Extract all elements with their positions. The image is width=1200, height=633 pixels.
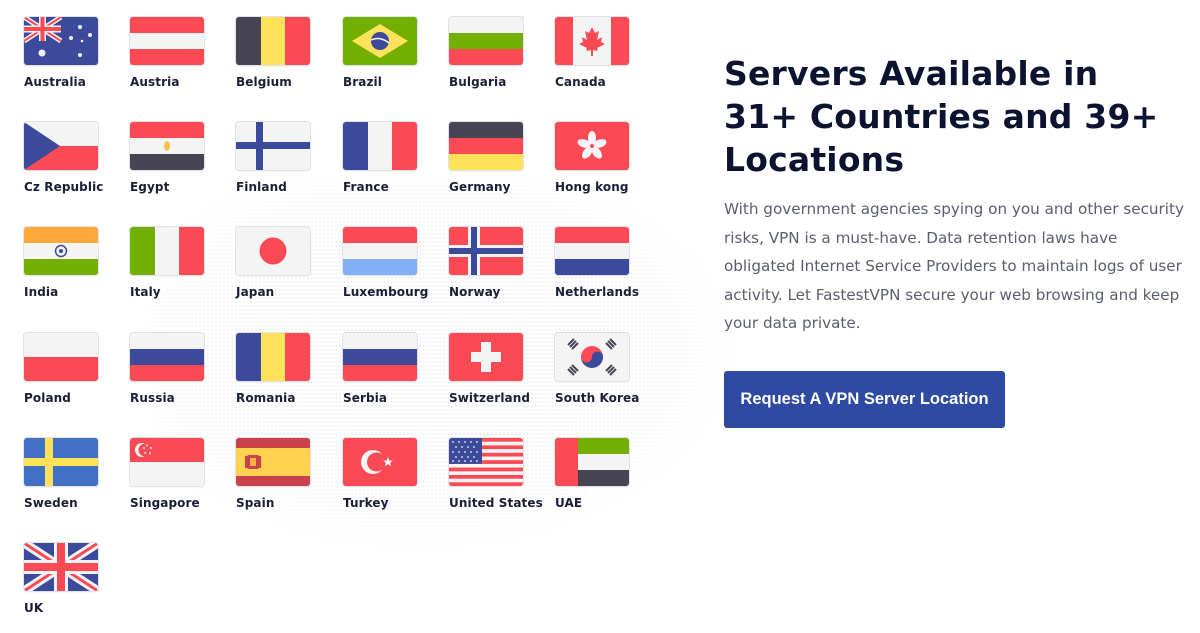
russia-flag-icon	[130, 333, 204, 381]
country-france[interactable]: France	[343, 122, 443, 212]
romania-flag-icon	[236, 333, 310, 381]
country-turkey[interactable]: Turkey	[343, 438, 443, 528]
country-switzerland[interactable]: Switzerland	[449, 333, 549, 423]
country-name: India	[24, 285, 59, 299]
country-name: Singapore	[130, 496, 200, 510]
germany-flag-icon	[449, 122, 523, 170]
country-name: UK	[24, 601, 44, 615]
finland-flag-icon	[236, 122, 310, 170]
italy-flag-icon	[130, 227, 204, 275]
country-name: Serbia	[343, 391, 388, 405]
netherlands-flag-icon	[555, 227, 629, 275]
uae-flag-icon	[555, 438, 629, 486]
czech-republic-flag-icon	[24, 122, 98, 170]
country-brazil[interactable]: Brazil	[343, 17, 443, 107]
country-norway[interactable]: Norway	[449, 227, 549, 317]
country-romania[interactable]: Romania	[236, 333, 336, 423]
country-finland[interactable]: Finland	[236, 122, 336, 212]
country-name: Italy	[130, 285, 161, 299]
description-text: With government agencies spying on you a…	[724, 200, 1184, 333]
belgium-flag-icon	[236, 17, 310, 65]
country-spain[interactable]: Spain	[236, 438, 336, 528]
country-name: Luxembourg	[343, 285, 429, 299]
country-austria[interactable]: Austria	[130, 17, 230, 107]
country-egypt[interactable]: Egypt	[130, 122, 230, 212]
switzerland-flag-icon	[449, 333, 523, 381]
country-name: Norway	[449, 285, 501, 299]
country-south-korea[interactable]: South Korea	[555, 333, 655, 423]
country-name: Australia	[24, 75, 86, 89]
country-united-states[interactable]: United States	[449, 438, 549, 528]
bulgaria-flag-icon	[449, 17, 523, 65]
egypt-flag-icon	[130, 122, 204, 170]
country-bulgaria[interactable]: Bulgaria	[449, 17, 549, 107]
hong-kong-flag-icon	[555, 122, 629, 170]
country-name: France	[343, 180, 389, 194]
australia-flag-icon	[24, 17, 98, 65]
country-name: Finland	[236, 180, 287, 194]
country-canada[interactable]: Canada	[555, 17, 655, 107]
country-hong-kong[interactable]: Hong kong	[555, 122, 655, 212]
country-poland[interactable]: Poland	[24, 333, 124, 423]
country-uk[interactable]: UK	[24, 543, 124, 633]
country-name: Egypt	[130, 180, 170, 194]
country-name: Switzerland	[449, 391, 531, 405]
norway-flag-icon	[449, 227, 523, 275]
uk-flag-icon	[24, 543, 98, 591]
country-name: Spain	[236, 496, 275, 510]
country-name: Turkey	[343, 496, 389, 510]
country-name: Canada	[555, 75, 606, 89]
poland-flag-icon	[24, 333, 98, 381]
country-belgium[interactable]: Belgium	[236, 17, 336, 107]
country-sweden[interactable]: Sweden	[24, 438, 124, 528]
country-serbia[interactable]: Serbia	[343, 333, 443, 423]
country-name: Japan	[236, 285, 275, 299]
country-italy[interactable]: Italy	[130, 227, 230, 317]
south-korea-flag-icon	[555, 333, 629, 381]
country-name: Hong kong	[555, 180, 629, 194]
country-name: Romania	[236, 391, 296, 405]
country-name: Russia	[130, 391, 175, 405]
united-states-flag-icon	[449, 438, 523, 486]
canada-flag-icon	[555, 17, 629, 65]
india-flag-icon	[24, 227, 98, 275]
singapore-flag-icon	[130, 438, 204, 486]
brazil-flag-icon	[343, 17, 417, 65]
country-japan[interactable]: Japan	[236, 227, 336, 317]
country-name: Cz Republic	[24, 180, 104, 194]
serbia-flag-icon	[343, 333, 417, 381]
country-germany[interactable]: Germany	[449, 122, 549, 212]
country-name: South Korea	[555, 391, 640, 405]
luxembourg-flag-icon	[343, 227, 417, 275]
country-russia[interactable]: Russia	[130, 333, 230, 423]
france-flag-icon	[343, 122, 417, 170]
country-cz-republic[interactable]: Cz Republic	[24, 122, 124, 212]
request-server-location-button[interactable]: Request A VPN Server Location	[724, 371, 1005, 428]
country-name: Netherlands	[555, 285, 640, 299]
spain-flag-icon	[236, 438, 310, 486]
country-name: Belgium	[236, 75, 292, 89]
country-name: Germany	[449, 180, 511, 194]
country-name: Brazil	[343, 75, 382, 89]
country-uae[interactable]: UAE	[555, 438, 655, 528]
country-name: Poland	[24, 391, 71, 405]
country-netherlands[interactable]: Netherlands	[555, 227, 655, 317]
sweden-flag-icon	[24, 438, 98, 486]
country-singapore[interactable]: Singapore	[130, 438, 230, 528]
country-name: Bulgaria	[449, 75, 507, 89]
country-name: United States	[449, 496, 543, 510]
country-luxembourg[interactable]: Luxembourg	[343, 227, 443, 317]
japan-flag-icon	[236, 227, 310, 275]
country-name: Austria	[130, 75, 180, 89]
austria-flag-icon	[130, 17, 204, 65]
servers-info-panel: Servers Available in 31+ Countries and 3…	[724, 52, 1184, 428]
country-australia[interactable]: Australia	[24, 17, 124, 107]
country-name: UAE	[555, 496, 583, 510]
country-india[interactable]: India	[24, 227, 124, 317]
country-name: Sweden	[24, 496, 78, 510]
page-title: Servers Available in 31+ Countries and 3…	[724, 54, 1159, 179]
turkey-flag-icon	[343, 438, 417, 486]
